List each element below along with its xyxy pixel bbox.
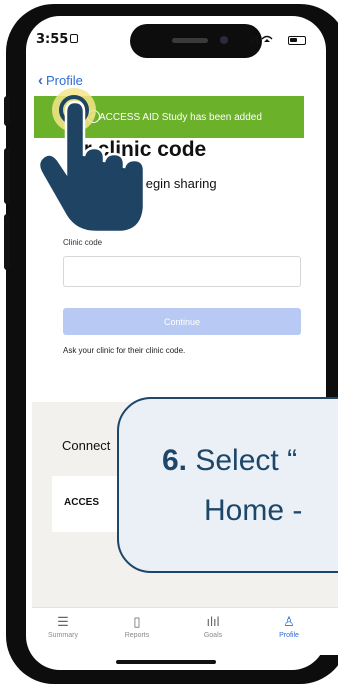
status-time: 3:55 — [36, 32, 69, 47]
tap-hand-icon — [37, 88, 146, 234]
notification-icon — [70, 34, 78, 43]
home-indicator — [116, 660, 216, 664]
tab-goals-label: Goals — [203, 632, 223, 639]
clinic-code-help-text: Ask your clinic for their clinic code. — [63, 346, 186, 355]
list-icon: ☰ — [57, 614, 69, 629]
continue-button[interactable]: Continue — [63, 308, 301, 335]
bar-chart-icon: ılıl — [206, 614, 220, 629]
tab-summary-label: Summary — [48, 632, 78, 639]
tab-profile-label: Profile — [279, 632, 299, 639]
clinic-code-input[interactable] — [63, 256, 301, 287]
tab-profile[interactable]: ♙ Profile — [264, 614, 314, 639]
camera-icon — [220, 36, 228, 44]
callout-step-instruction: Select “ — [187, 444, 298, 477]
tab-summary[interactable]: ☰ Summary — [38, 614, 88, 639]
callout-step-text: 6. Select “ — [162, 444, 297, 478]
connections-heading: Connect — [62, 438, 111, 453]
dynamic-island — [130, 24, 262, 58]
speaker-grille — [172, 38, 208, 43]
document-icon: ▯ — [133, 614, 141, 629]
instruction-callout — [117, 397, 338, 573]
callout-step-target: Home - — [204, 494, 303, 527]
phone-volume-up-button — [4, 148, 10, 204]
tab-goals[interactable]: ılıl Goals — [188, 614, 238, 639]
tab-reports[interactable]: ▯ Reports — [112, 614, 162, 639]
callout-step-number: 6. — [162, 444, 188, 477]
tutorial-stage: 3:55 ‹ Profile ✓ ACCESS AID Study has be… — [0, 0, 338, 686]
bottom-tab-bar: ☰ Summary ▯ Reports ılıl Goals ♙ Profile — [32, 607, 338, 655]
battery-icon — [288, 36, 306, 45]
connection-item-label: ACCES — [64, 497, 100, 508]
tab-reports-label: Reports — [124, 632, 150, 639]
phone-volume-down-button — [4, 214, 10, 270]
phone-mute-button — [4, 96, 10, 126]
signal-wifi-icon — [250, 34, 280, 47]
person-icon: ♙ — [283, 614, 295, 629]
